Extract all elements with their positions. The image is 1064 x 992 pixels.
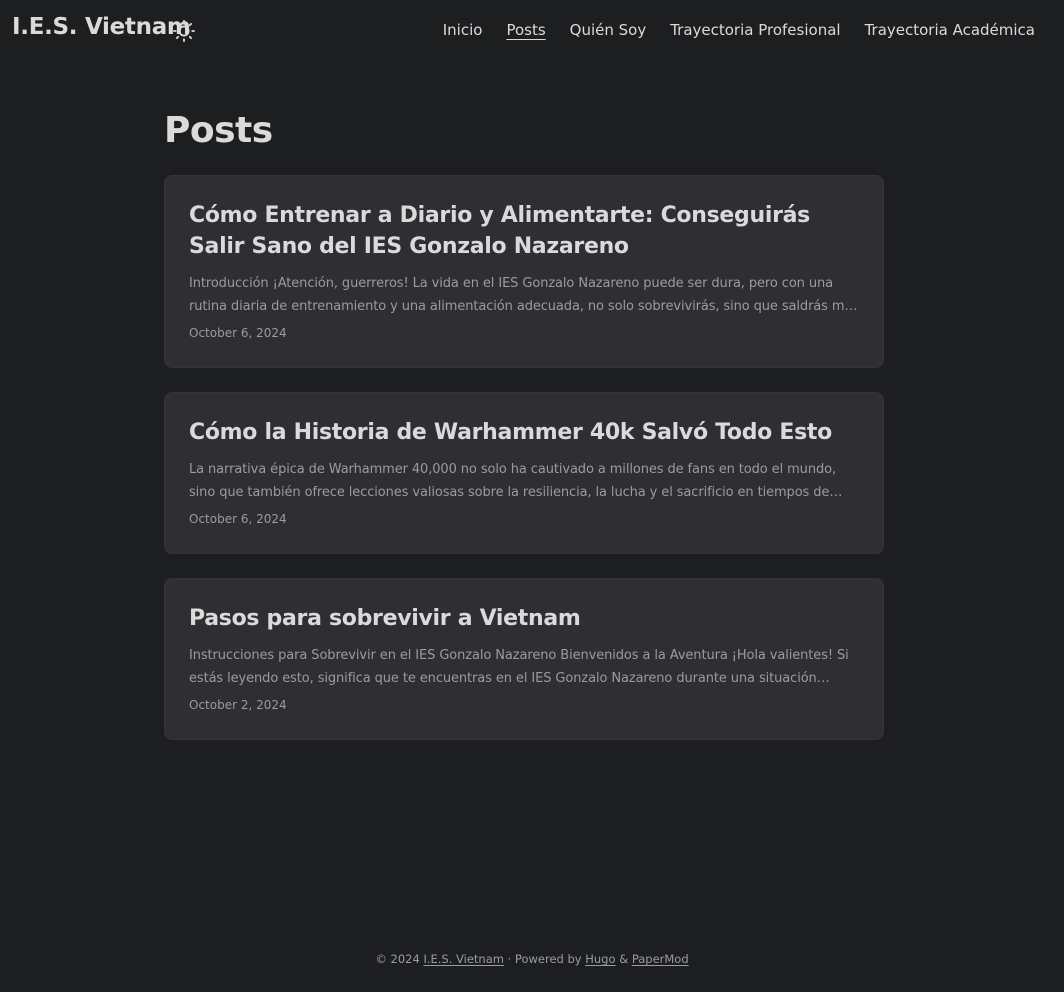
post-title[interactable]: Cómo Entrenar a Diario y Alimentarte: Co… bbox=[189, 200, 859, 262]
nav-link-trayectoria-profesional[interactable]: Trayectoria Profesional bbox=[670, 21, 840, 39]
nav-item-quien-soy: Quién Soy bbox=[570, 20, 647, 39]
post-date: October 6, 2024 bbox=[189, 512, 287, 526]
post-title[interactable]: Pasos para sobrevivir a Vietnam bbox=[189, 603, 859, 634]
post-card[interactable]: Cómo la Historia de Warhammer 40k Salvó … bbox=[164, 392, 884, 554]
footer-site-link[interactable]: I.E.S. Vietnam bbox=[423, 952, 504, 966]
post-summary: La narrativa épica de Warhammer 40,000 n… bbox=[189, 462, 836, 500]
post-title[interactable]: Cómo la Historia de Warhammer 40k Salvó … bbox=[189, 417, 859, 448]
nav-item-trayectoria-profesional: Trayectoria Profesional bbox=[670, 20, 840, 39]
post-summary: Introducción ¡Atención, guerreros! La vi… bbox=[189, 276, 859, 314]
post-card[interactable]: Cómo Entrenar a Diario y Alimentarte: Co… bbox=[164, 175, 884, 368]
footer-hugo-link[interactable]: Hugo bbox=[585, 952, 615, 966]
nav-link-inicio[interactable]: Inicio bbox=[443, 21, 483, 39]
sun-icon[interactable] bbox=[173, 20, 195, 42]
footer-powered-by: · Powered by bbox=[507, 952, 582, 966]
page-title: Posts bbox=[164, 110, 273, 151]
site-logo[interactable]: I.E.S. Vietnam bbox=[12, 14, 191, 40]
site-footer: © 2024 I.E.S. Vietnam · Powered by Hugo … bbox=[0, 952, 1064, 966]
nav-item-inicio: Inicio bbox=[443, 20, 483, 39]
nav-link-quien-soy[interactable]: Quién Soy bbox=[570, 21, 647, 39]
nav-link-trayectoria-academica[interactable]: Trayectoria Académica bbox=[865, 21, 1035, 39]
post-list: Cómo Entrenar a Diario y Alimentarte: Co… bbox=[164, 175, 884, 764]
post-date: October 6, 2024 bbox=[189, 326, 287, 340]
footer-papermod-link[interactable]: PaperMod bbox=[632, 952, 689, 966]
post-summary: Instrucciones para Sobrevivir en el IES … bbox=[189, 648, 849, 686]
site-header: I.E.S. Vietnam Inicio Posts Quién Soy Tr… bbox=[0, 0, 1064, 60]
nav-link-posts[interactable]: Posts bbox=[506, 21, 545, 39]
post-card[interactable]: Pasos para sobrevivir a Vietnam Instrucc… bbox=[164, 578, 884, 740]
footer-amp: & bbox=[619, 952, 629, 966]
post-date: October 2, 2024 bbox=[189, 698, 287, 712]
main-nav: Inicio Posts Quién Soy Trayectoria Profe… bbox=[443, 20, 1035, 39]
footer-copyright: © 2024 bbox=[375, 952, 420, 966]
nav-item-posts: Posts bbox=[506, 20, 545, 39]
nav-item-trayectoria-academica: Trayectoria Académica bbox=[865, 20, 1035, 39]
